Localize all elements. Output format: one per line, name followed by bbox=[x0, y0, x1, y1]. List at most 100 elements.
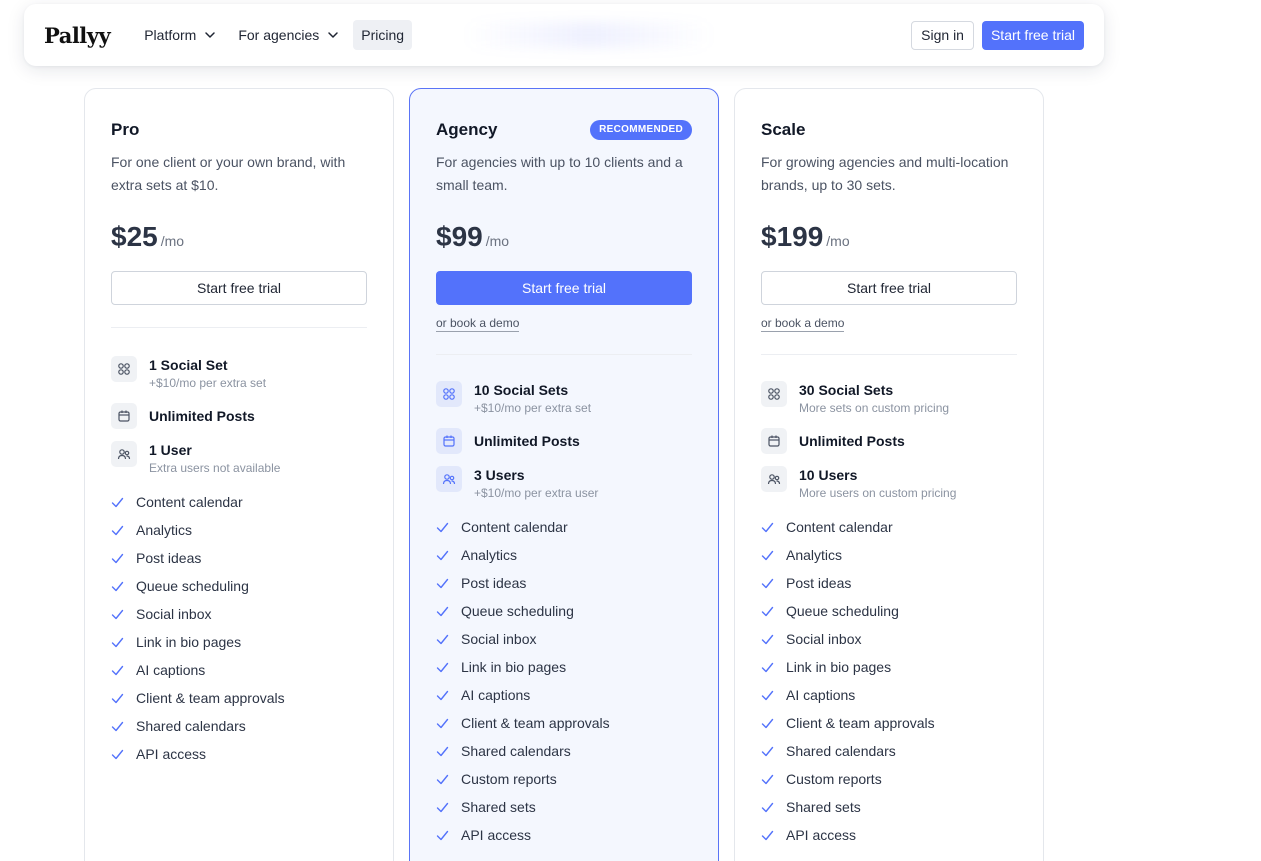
quota-name: 3 Users bbox=[474, 467, 525, 483]
plan-price: $99 bbox=[436, 221, 483, 252]
check-icon bbox=[761, 522, 774, 532]
feature-label: Content calendar bbox=[461, 519, 568, 535]
list-item: Shared sets bbox=[436, 793, 692, 821]
quota-name: 10 Users bbox=[799, 467, 858, 483]
check-icon bbox=[436, 774, 449, 784]
list-item: Analytics bbox=[111, 516, 367, 544]
plan-price-period: /mo bbox=[160, 233, 185, 249]
check-icon bbox=[436, 690, 449, 700]
quota-sub: +$10/mo per extra user bbox=[474, 486, 599, 500]
nav-actions: Sign in Start free trial bbox=[911, 20, 1084, 50]
feature-label: Link in bio pages bbox=[136, 634, 242, 650]
quota-users: 1 User Extra users not available bbox=[111, 441, 367, 476]
feature-label: Content calendar bbox=[136, 494, 243, 510]
header-start-trial-button[interactable]: Start free trial bbox=[981, 20, 1084, 50]
social-sets-icon bbox=[436, 381, 462, 407]
nav-for-agencies[interactable]: For agencies bbox=[230, 20, 347, 50]
list-item: Post ideas bbox=[436, 569, 692, 597]
social-sets-icon bbox=[111, 356, 137, 382]
list-item: Custom reports bbox=[761, 765, 1017, 793]
plan-price-row: $99 /mo bbox=[436, 221, 692, 253]
quota-sub: +$10/mo per extra set bbox=[149, 376, 267, 390]
quota-posts: Unlimited Posts bbox=[436, 428, 692, 454]
sign-in-button[interactable]: Sign in bbox=[911, 20, 974, 50]
check-icon bbox=[761, 746, 774, 756]
list-item: Shared calendars bbox=[111, 712, 367, 740]
list-item: Analytics bbox=[436, 541, 692, 569]
quota-social-sets: 10 Social Sets +$10/mo per extra set bbox=[436, 381, 692, 416]
top-nav: Pallyy Platform For agencies Pricing Sig… bbox=[24, 4, 1104, 66]
users-icon bbox=[436, 466, 462, 492]
plan-card-scale: Scale For growing agencies and multi-loc… bbox=[734, 88, 1044, 861]
plan-price-period: /mo bbox=[826, 233, 850, 249]
pallyy-logo[interactable]: Pallyy bbox=[44, 23, 111, 48]
check-icon bbox=[761, 830, 774, 840]
plan-title-row: Pro bbox=[111, 119, 367, 141]
quota-list: 10 Social Sets +$10/mo per extra set Unli… bbox=[436, 381, 692, 501]
check-icon bbox=[111, 609, 124, 619]
list-item: Queue scheduling bbox=[436, 597, 692, 625]
calendar-icon bbox=[761, 428, 787, 454]
feature-label: API access bbox=[461, 827, 532, 843]
feature-label: Analytics bbox=[461, 547, 518, 563]
plan-price-period: /mo bbox=[485, 233, 510, 249]
plan-description: For agencies with up to 10 clients and a… bbox=[436, 154, 683, 193]
list-item: Social inbox bbox=[761, 625, 1017, 653]
list-item: Analytics bbox=[761, 541, 1017, 569]
quota-sub: Extra users not available bbox=[149, 461, 281, 475]
feature-label: Queue scheduling bbox=[461, 603, 574, 619]
list-item: Custom reports bbox=[436, 765, 692, 793]
check-icon bbox=[111, 581, 124, 591]
plan-card-agency: Agency RECOMMENDED For agencies with up … bbox=[409, 88, 719, 861]
quota-name: 1 User bbox=[149, 442, 192, 458]
plan-name: Agency bbox=[436, 120, 498, 139]
feature-label: AI captions bbox=[136, 662, 206, 678]
check-icon bbox=[761, 662, 774, 672]
feature-label: Social inbox bbox=[136, 606, 212, 622]
nav-platform[interactable]: Platform bbox=[136, 20, 224, 50]
nav-pricing[interactable]: Pricing bbox=[353, 20, 413, 50]
check-icon bbox=[761, 578, 774, 588]
plan-price-row: $25 /mo bbox=[111, 221, 367, 253]
quota-name: Unlimited Posts bbox=[474, 433, 580, 449]
list-item: Queue scheduling bbox=[111, 572, 367, 600]
plan-description: For one client or your own brand, with e… bbox=[111, 154, 346, 193]
list-item: API access bbox=[111, 740, 367, 768]
feature-label: Link in bio pages bbox=[461, 659, 567, 675]
chevron-down-icon bbox=[328, 32, 339, 38]
calendar-icon bbox=[436, 428, 462, 454]
quota-social-sets: 30 Social Sets More sets on custom pricin… bbox=[761, 381, 1017, 416]
divider bbox=[111, 327, 367, 328]
check-icon bbox=[436, 830, 449, 840]
feature-label: Shared calendars bbox=[461, 743, 571, 759]
start-trial-button[interactable]: Start free trial bbox=[761, 271, 1017, 305]
start-trial-button[interactable]: Start free trial bbox=[436, 271, 692, 305]
start-trial-button[interactable]: Start free trial bbox=[111, 271, 367, 305]
quota-sub: More users on custom pricing bbox=[799, 486, 957, 500]
feature-list: Content calendar Analytics Post ideas Qu… bbox=[111, 488, 367, 768]
plan-card-pro: Pro For one client or your own brand, wi… bbox=[84, 88, 394, 861]
check-icon bbox=[436, 606, 449, 616]
list-item: Link in bio pages bbox=[111, 628, 367, 656]
feature-label: Client & team approvals bbox=[461, 715, 610, 731]
list-item: Post ideas bbox=[761, 569, 1017, 597]
book-demo-link[interactable]: or book a demo bbox=[436, 316, 520, 332]
quota-name: 30 Social Sets bbox=[799, 382, 894, 398]
quota-name: Unlimited Posts bbox=[149, 408, 255, 424]
list-item: Client & team approvals bbox=[436, 709, 692, 737]
divider bbox=[436, 354, 692, 355]
quota-name: Unlimited Posts bbox=[799, 433, 905, 449]
feature-label: Client & team approvals bbox=[786, 715, 935, 731]
feature-label: Custom reports bbox=[786, 771, 882, 787]
feature-label: Shared sets bbox=[786, 799, 861, 815]
check-icon bbox=[436, 550, 449, 560]
feature-label: Shared calendars bbox=[786, 743, 896, 759]
feature-label: Client & team approvals bbox=[136, 690, 285, 706]
quota-users: 3 Users +$10/mo per extra user bbox=[436, 466, 692, 501]
check-icon bbox=[761, 718, 774, 728]
check-icon bbox=[111, 749, 124, 759]
recommended-badge: RECOMMENDED bbox=[590, 120, 692, 140]
feature-label: Post ideas bbox=[786, 575, 852, 591]
feature-label: AI captions bbox=[461, 687, 531, 703]
book-demo-link[interactable]: or book a demo bbox=[761, 316, 845, 332]
